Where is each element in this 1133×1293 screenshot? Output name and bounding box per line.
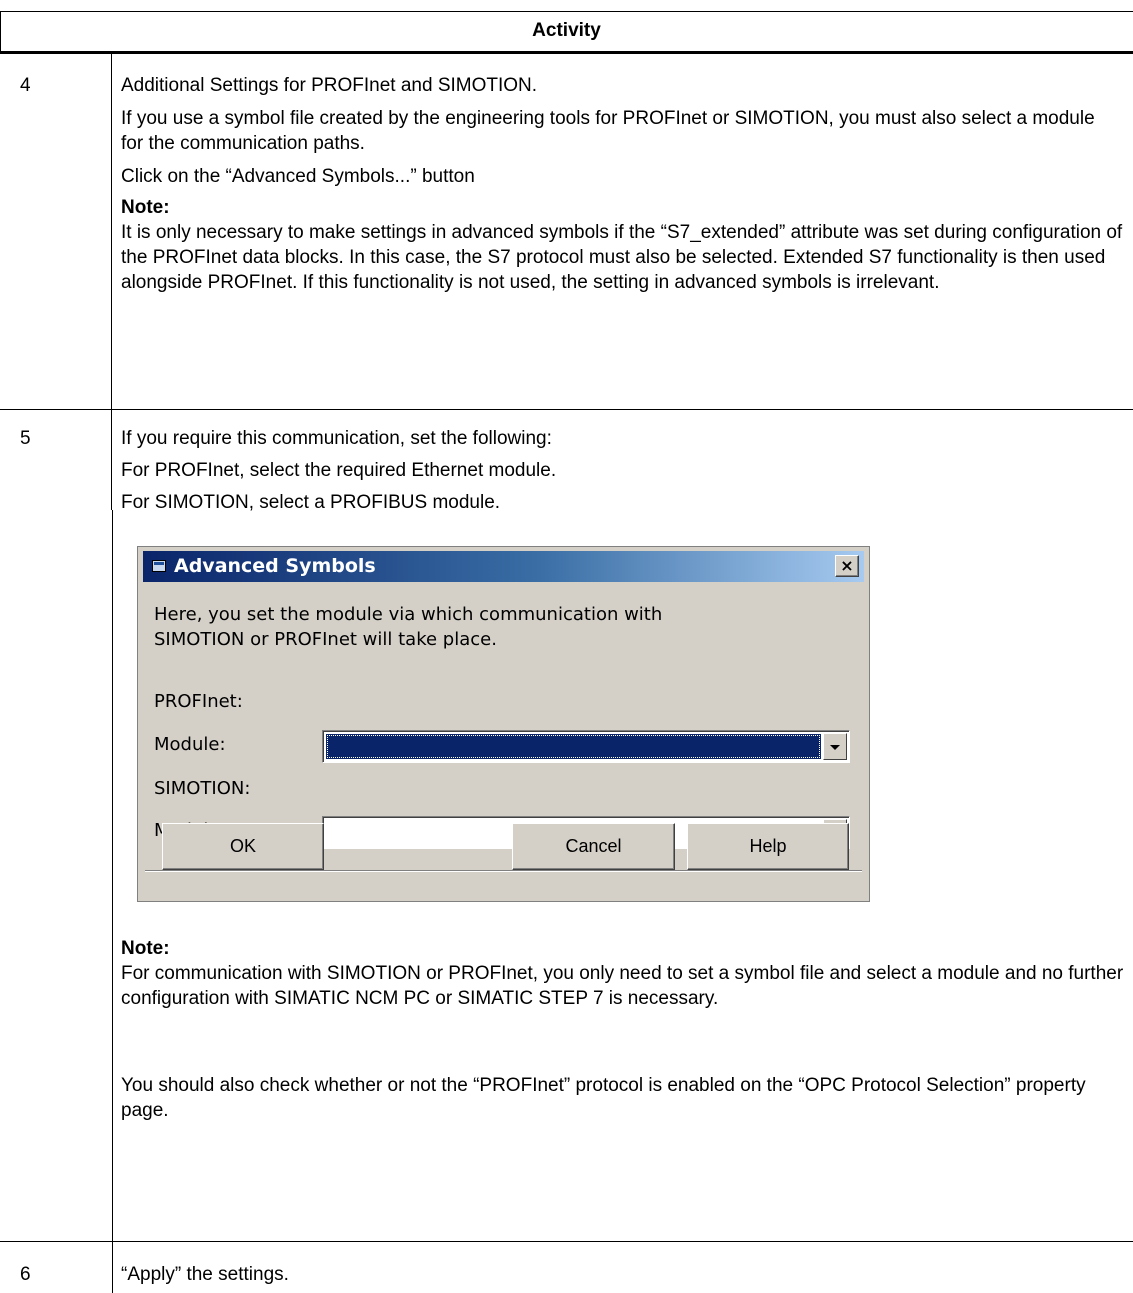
chevron-down-icon[interactable] bbox=[823, 733, 847, 760]
dialog-title: Advanced Symbols bbox=[174, 555, 376, 577]
row4-paragraph-symbol-file: If you use a symbol file created by the … bbox=[121, 108, 1095, 154]
close-button[interactable]: × bbox=[835, 555, 859, 577]
window-icon bbox=[152, 560, 166, 572]
row4-note-text: It is only necessary to make settings in… bbox=[121, 222, 1123, 293]
header-bottom-rule bbox=[0, 51, 1133, 54]
profinet-module-value bbox=[326, 734, 821, 759]
profinet-module-label: Module: bbox=[154, 734, 226, 755]
row6-apply-settings: “Apply” the settings. bbox=[121, 1264, 289, 1285]
help-button[interactable]: Help bbox=[687, 823, 849, 870]
table-top-rule bbox=[0, 11, 1133, 12]
dialog-separator bbox=[145, 870, 862, 872]
column-divider-row5-bottom bbox=[112, 510, 113, 1293]
simotion-group-label: SIMOTION: bbox=[154, 778, 251, 799]
step-number-6: 6 bbox=[20, 1264, 31, 1285]
column-divider-row4 bbox=[111, 54, 112, 409]
row4-intro: Additional Settings for PROFInet and SIM… bbox=[121, 75, 538, 96]
close-icon: × bbox=[840, 556, 854, 575]
row5-protocol-check: You should also check whether or not the… bbox=[121, 1075, 1086, 1121]
dialog-description: Here, you set the module via which commu… bbox=[154, 604, 663, 650]
table-header-activity: Activity bbox=[532, 20, 601, 41]
row5-paragraph-require: If you require this communication, set t… bbox=[121, 428, 552, 449]
row4-note-label: Note: bbox=[121, 197, 170, 218]
step-number-4: 4 bbox=[20, 75, 31, 96]
row4-paragraph-click: Click on the “Advanced Symbols...” butto… bbox=[121, 166, 475, 187]
row5-note-text: For communication with SIMOTION or PROFI… bbox=[121, 963, 1124, 1009]
profinet-module-select[interactable] bbox=[322, 730, 850, 763]
row-divider-5-6 bbox=[0, 1241, 1133, 1242]
row5-note-label: Note: bbox=[121, 938, 170, 959]
profinet-group-label: PROFInet: bbox=[154, 691, 243, 712]
row5-paragraph-simotion: For SIMOTION, select a PROFIBUS module. bbox=[121, 492, 501, 513]
step-number-5: 5 bbox=[20, 428, 31, 449]
dialog-titlebar[interactable]: Advanced Symbols × bbox=[143, 551, 864, 582]
cancel-button[interactable]: Cancel bbox=[512, 823, 675, 870]
row-divider-4-5 bbox=[0, 409, 1133, 410]
column-divider-row5-top bbox=[111, 410, 112, 510]
ok-button[interactable]: OK bbox=[162, 823, 324, 870]
row5-paragraph-profinet: For PROFInet, select the required Ethern… bbox=[121, 460, 557, 481]
